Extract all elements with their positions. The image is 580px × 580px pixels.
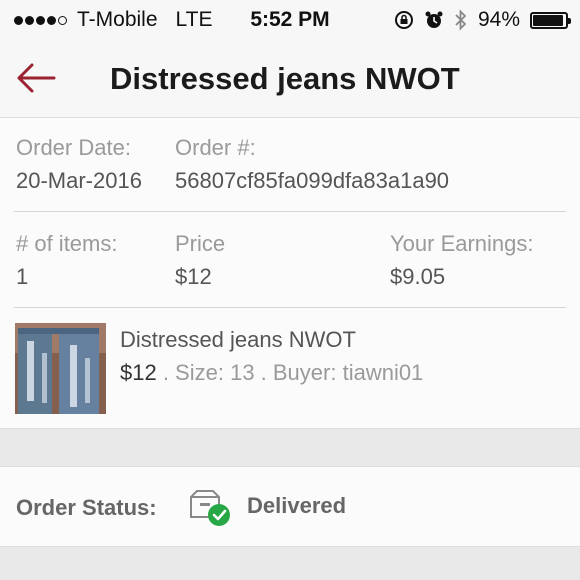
order-status-label: Order Status: [16,495,157,520]
jeans-photo-icon [15,323,106,414]
bluetooth-icon [455,9,467,31]
order-details-screen: T-Mobile LTE 5:52 PM 94% Distressed jean… [0,0,580,580]
page-title: Distressed jeans NWOT [110,61,460,96]
order-number-label: Order #: [175,135,256,160]
nav-bar: Distressed jeans NWOT [0,40,580,118]
item-meta: $12 . Size: 13 . Buyer: tiawni01 [120,360,423,386]
earnings-value: $9.05 [390,264,446,289]
delivered-box-check-icon [190,490,230,526]
section-spacer [0,428,580,467]
back-arrow-icon [17,63,56,93]
item-thumbnail[interactable] [15,323,106,414]
status-bar: T-Mobile LTE 5:52 PM 94% [0,0,580,40]
items-count-value: 1 [16,264,29,289]
item-title[interactable]: Distressed jeans NWOT [120,327,356,353]
bottom-spacer [0,546,580,580]
back-button[interactable] [14,60,58,96]
item-details: . Size: 13 . Buyer: tiawni01 [156,360,424,385]
order-status-section: Order Status: Delivered [0,466,580,547]
earnings-label: Your Earnings: [390,231,534,256]
alarm-icon [425,11,443,28]
order-date-label: Order Date: [16,135,131,160]
item-price: $12 [120,360,157,385]
status-right: 94% [394,0,571,40]
order-date-value: 20-Mar-2016 [16,168,142,193]
battery-icon [530,11,571,29]
battery-percent: 94% [477,8,520,31]
order-info-section: Order Date: 20-Mar-2016 Order #: 56807cf… [0,118,580,428]
items-count-label: # of items: [16,231,118,256]
order-status-value: Delivered [247,493,347,518]
order-number-value: 56807cf85fa099dfa83a1a90 [175,168,450,193]
price-value: $12 [175,264,212,289]
row-divider [14,211,566,212]
price-label: Price [175,231,226,256]
rotation-lock-icon [394,11,413,29]
row-divider [14,307,566,308]
